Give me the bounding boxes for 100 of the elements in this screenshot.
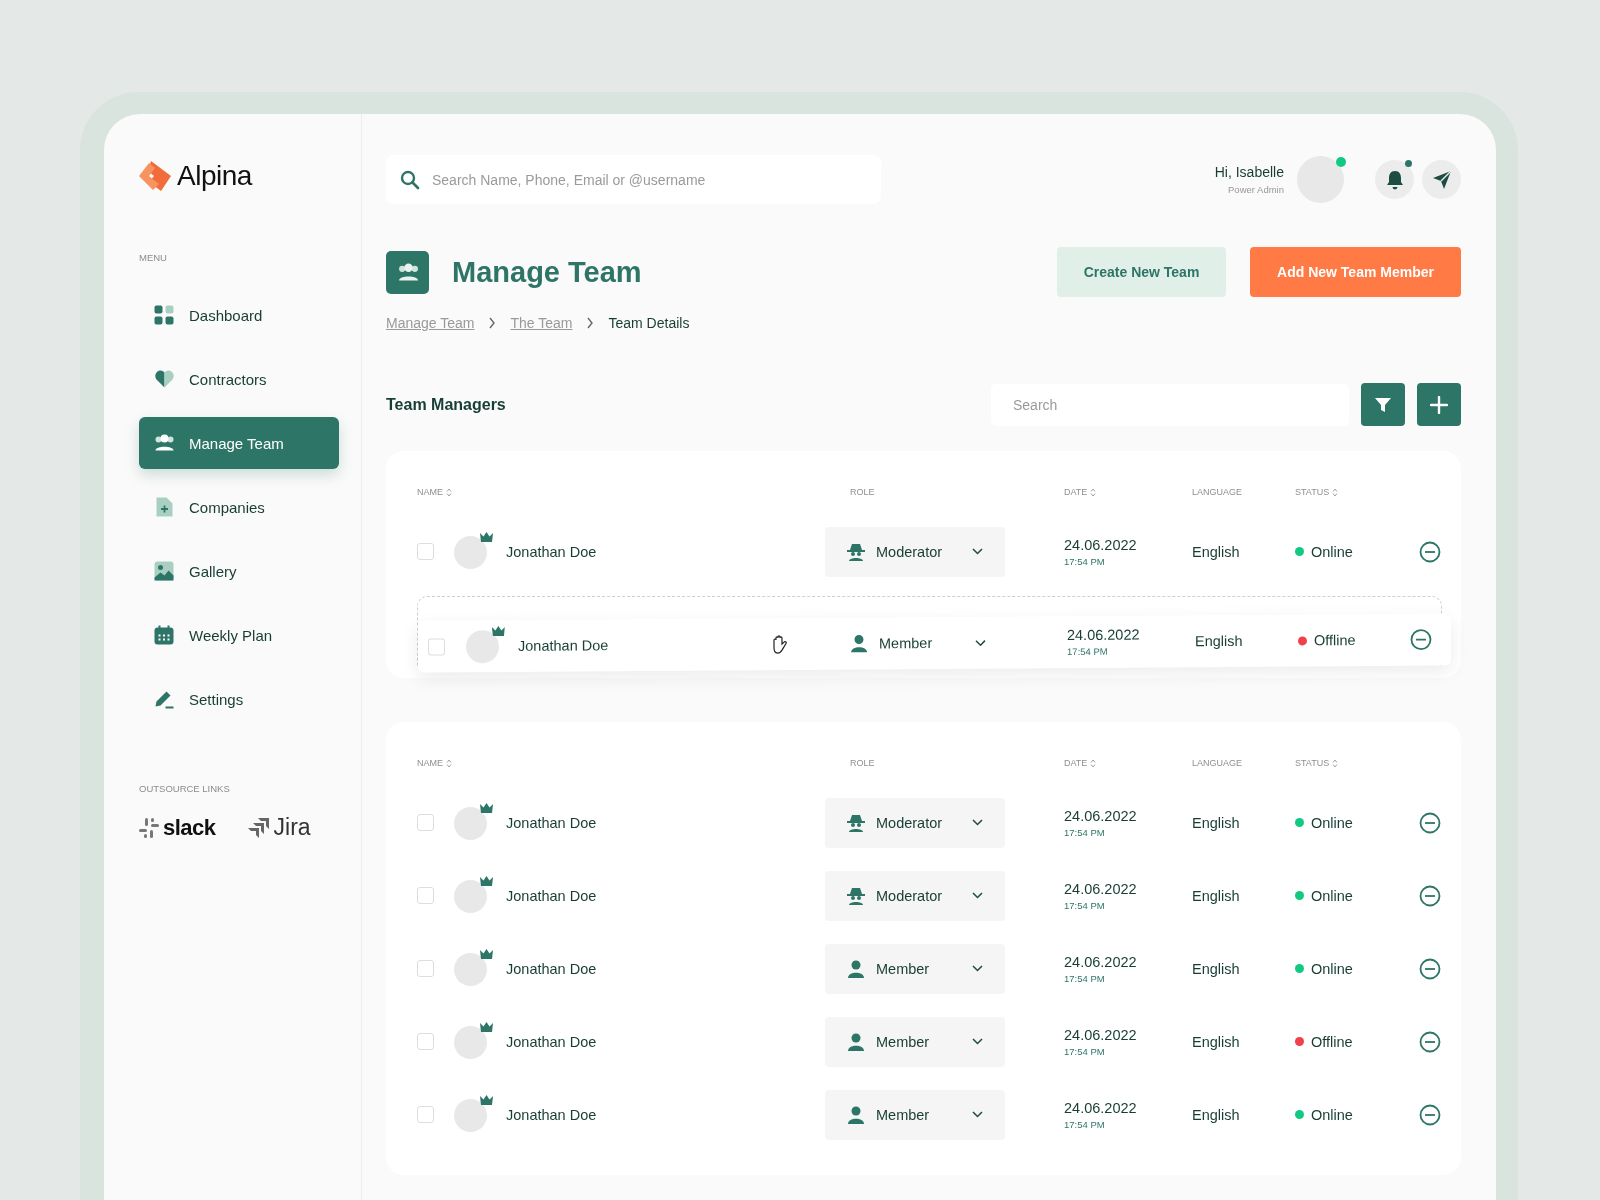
- avatar: [454, 535, 487, 569]
- time-text: 17:54 PM: [1064, 1118, 1106, 1130]
- logo-icon: [139, 161, 171, 191]
- chevrons-icon: [247, 817, 270, 838]
- jira-link[interactable]: Jira: [247, 814, 311, 841]
- column-header[interactable]: STATUS: [1295, 758, 1330, 768]
- menu-label: MENU: [139, 252, 168, 263]
- role-dropdown[interactable]: Moderator: [825, 526, 1005, 577]
- user-avatar[interactable]: [1297, 156, 1344, 203]
- column-header[interactable]: STATUS: [1295, 487, 1330, 497]
- remove-button[interactable]: [1419, 811, 1441, 834]
- calendar-icon: [154, 625, 174, 645]
- slack-link[interactable]: slack: [139, 814, 216, 841]
- status-text: Online: [1311, 887, 1353, 904]
- people-icon: [396, 262, 419, 282]
- search-field[interactable]: Search: [991, 383, 1349, 426]
- sort-icon[interactable]: [446, 758, 452, 768]
- sort-icon[interactable]: [1332, 758, 1339, 768]
- chevron-down-icon: [972, 548, 983, 555]
- role-dropdown[interactable]: Member: [825, 943, 1005, 994]
- member-name: Jonathan Doe: [506, 1106, 598, 1123]
- minus-circle-icon: [1419, 957, 1441, 980]
- spy-icon: [847, 542, 865, 561]
- language-text: English: [1192, 543, 1241, 560]
- role-dropdown[interactable]: Moderator: [825, 797, 1005, 848]
- member-name: Jonathan Doe: [506, 814, 598, 831]
- sidebar-item[interactable]: Contractors: [139, 353, 339, 405]
- checkbox[interactable]: [417, 814, 434, 831]
- chevron-right-icon: [586, 317, 595, 329]
- sidebar-item[interactable]: Weekly Plan: [139, 609, 339, 661]
- minus-circle-icon: [1419, 540, 1441, 563]
- user-role: Power Admin: [1227, 184, 1284, 195]
- funnel-icon: [1374, 395, 1392, 414]
- language-text: English: [1192, 960, 1241, 977]
- checkbox[interactable]: [417, 543, 434, 560]
- date-text: 24.06.2022: [1066, 626, 1141, 644]
- language-text: English: [1192, 1033, 1241, 1050]
- crown-icon: [480, 1021, 493, 1032]
- remove-button[interactable]: [1419, 540, 1441, 563]
- remove-button[interactable]: [1409, 628, 1433, 651]
- column-header: LANGUAGE: [1192, 487, 1242, 497]
- sort-icon[interactable]: [446, 487, 452, 497]
- avatar: [454, 1025, 487, 1059]
- sidebar-item[interactable]: Dashboard: [139, 289, 339, 341]
- sort-icon[interactable]: [1090, 758, 1097, 768]
- search-field[interactable]: Search Name, Phone, Email or @username: [386, 155, 881, 204]
- sidebar-item[interactable]: Companies: [139, 481, 339, 533]
- hash-icon: [139, 817, 159, 838]
- remove-button[interactable]: [1419, 957, 1441, 980]
- checkbox[interactable]: [417, 1106, 434, 1123]
- checkbox[interactable]: [417, 1033, 434, 1050]
- language-text: English: [1194, 632, 1244, 650]
- create-team-button[interactable]: Create New Team: [1057, 247, 1226, 297]
- chevron-down-icon: [972, 1111, 983, 1118]
- sort-icon[interactable]: [1090, 487, 1097, 497]
- date-text: 24.06.2022: [1064, 807, 1138, 824]
- sort-icon[interactable]: [1332, 487, 1339, 497]
- send-button[interactable]: [1422, 160, 1461, 199]
- date-text: 24.06.2022: [1064, 1026, 1138, 1043]
- time-text: 17:54 PM: [1064, 972, 1106, 984]
- remove-button[interactable]: [1419, 1030, 1441, 1053]
- filter-button[interactable]: [1361, 383, 1405, 426]
- role-dropdown[interactable]: Member: [825, 1089, 1005, 1140]
- sidebar-item[interactable]: Settings: [139, 673, 339, 725]
- send-icon: [1431, 169, 1452, 190]
- checkbox[interactable]: [417, 960, 434, 977]
- spy-icon: [847, 813, 865, 832]
- add-button[interactable]: [1417, 383, 1461, 426]
- time-text: 17:54 PM: [1064, 555, 1106, 567]
- avatar: [454, 879, 487, 913]
- sidebar-item[interactable]: Manage Team: [139, 417, 339, 469]
- remove-button[interactable]: [1419, 884, 1441, 907]
- avatar: [465, 630, 500, 664]
- column-header: ROLE: [850, 487, 875, 497]
- time-text: 17:54 PM: [1064, 826, 1106, 838]
- date-text: 24.06.2022: [1064, 880, 1138, 897]
- checkbox[interactable]: [427, 637, 446, 656]
- search-input[interactable]: Search Name, Phone, Email or @username: [430, 170, 867, 189]
- spy-icon: [847, 886, 865, 905]
- checkbox[interactable]: [417, 887, 434, 904]
- status-text: Online: [1311, 960, 1353, 977]
- role-dropdown[interactable]: Member: [827, 617, 1009, 669]
- member-name: Jonathan Doe: [506, 887, 598, 904]
- sidebar-item[interactable]: Gallery: [139, 545, 339, 597]
- page-title: Manage Team: [452, 255, 643, 289]
- notification-button[interactable]: [1375, 160, 1414, 199]
- column-header: ROLE: [850, 758, 875, 768]
- user-greeting: Hi, Isabelle: [1214, 164, 1284, 180]
- language-text: English: [1192, 1106, 1241, 1123]
- minus-circle-icon: [1419, 884, 1441, 907]
- time-text: 17:54 PM: [1067, 645, 1109, 658]
- role-dropdown[interactable]: Member: [825, 1016, 1005, 1067]
- dragged-row[interactable]: Jonathan Doe Member 24.06.2022 17:54 PM English Offline: [417, 613, 1452, 673]
- chevron-down-icon: [972, 1038, 983, 1045]
- member-name: Jonathan Doe: [506, 543, 598, 560]
- crown-icon: [480, 531, 493, 542]
- date-text: 24.06.2022: [1064, 953, 1138, 970]
- role-dropdown[interactable]: Moderator: [825, 870, 1005, 921]
- remove-button[interactable]: [1419, 1103, 1441, 1126]
- person-icon: [849, 634, 869, 653]
